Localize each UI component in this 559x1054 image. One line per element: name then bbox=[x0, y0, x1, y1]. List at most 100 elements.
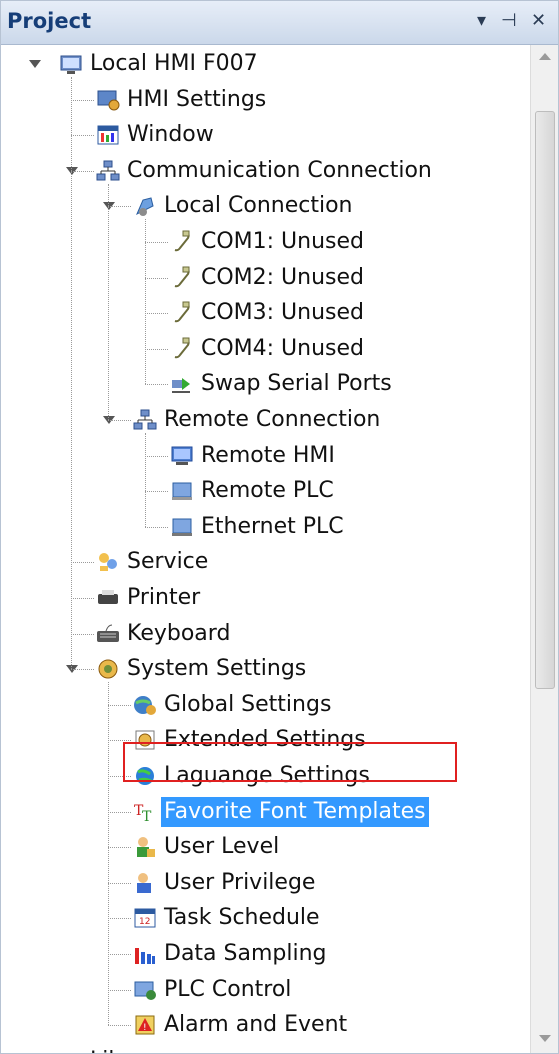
tree-item[interactable]: T T Favorite Font Templates bbox=[133, 795, 429, 829]
tree-item[interactable]: 12 Task Schedule bbox=[133, 901, 323, 935]
tree-connector bbox=[71, 77, 72, 670]
user-privilege-icon bbox=[133, 871, 157, 895]
tree-item-label: Remote Connection bbox=[164, 407, 381, 432]
tree-connector bbox=[108, 847, 131, 849]
svg-text:!: ! bbox=[143, 1023, 147, 1033]
tree-connector bbox=[108, 811, 131, 813]
system-settings-icon bbox=[96, 657, 120, 681]
tree-item-label: Service bbox=[127, 549, 209, 575]
tree-item[interactable]: COM2: Unused bbox=[170, 261, 367, 295]
panel-title: Project bbox=[7, 9, 92, 33]
tree-item-label: COM1: Unused bbox=[201, 229, 365, 254]
tree-item[interactable]: User Privilege bbox=[133, 866, 318, 900]
tree-item[interactable]: Local HMI F007 bbox=[59, 47, 261, 81]
local-connection-icon bbox=[133, 194, 157, 218]
network-icon bbox=[133, 408, 157, 432]
tree-item-label: Remote HMI bbox=[201, 442, 335, 468]
monitor-icon bbox=[59, 52, 83, 76]
tree-connector bbox=[71, 562, 94, 564]
tree-connector bbox=[71, 633, 94, 635]
tree-connector bbox=[145, 348, 168, 350]
expander-icon[interactable] bbox=[29, 60, 41, 68]
tree-item[interactable]: COM1: Unused bbox=[170, 225, 367, 259]
tree-connector bbox=[108, 989, 131, 991]
tree-connector bbox=[108, 882, 131, 884]
project-panel: Project ▾ ⊣ ✕ Local HMI F007 HMI Settings… bbox=[0, 0, 559, 1054]
tree-item[interactable]: Remote Connection bbox=[133, 403, 383, 437]
plc-control-icon bbox=[133, 978, 157, 1002]
bar-chart-icon bbox=[133, 942, 157, 966]
tree-connector bbox=[108, 682, 109, 1026]
tree-item[interactable]: Remote PLC bbox=[170, 474, 337, 508]
tree-connector bbox=[145, 219, 146, 385]
tree-item[interactable]: Printer bbox=[96, 581, 203, 615]
tree-connector bbox=[145, 491, 168, 493]
project-tree: Local HMI F007 HMI Settings Window Communic… bbox=[1, 45, 531, 1053]
tree-connector bbox=[108, 420, 131, 421]
tree-connector bbox=[108, 704, 131, 706]
network-icon bbox=[96, 159, 120, 183]
tree-item-label: Keyboard bbox=[127, 620, 231, 646]
tree-item[interactable]: Keyboard bbox=[96, 617, 233, 651]
scroll-up-icon[interactable] bbox=[539, 53, 551, 60]
close-button[interactable]: ✕ bbox=[531, 9, 546, 33]
tree-connector bbox=[145, 455, 168, 457]
tree-item-label: Ethernet PLC bbox=[201, 513, 344, 539]
tree-connector bbox=[145, 433, 146, 527]
tree-item[interactable]: Communication Connection bbox=[96, 154, 435, 188]
font-icon: TT bbox=[133, 800, 157, 825]
tree-connector bbox=[71, 135, 94, 137]
tree-item[interactable]: User Level bbox=[133, 830, 282, 864]
tree-item-label: HMI Settings bbox=[127, 86, 267, 112]
tree-item[interactable]: COM4: Unused bbox=[170, 332, 367, 366]
tree-item-label: PLC Control bbox=[164, 976, 292, 1002]
tree-item[interactable]: Library bbox=[59, 1044, 170, 1053]
tree-item-label: Favorite Font Templates bbox=[161, 796, 429, 827]
tree-item-label: User Privilege bbox=[164, 869, 316, 895]
tree-item-label: Data Sampling bbox=[164, 941, 327, 966]
scroll-down-icon[interactable] bbox=[539, 1035, 551, 1042]
tree-connector bbox=[145, 277, 168, 279]
tree-item[interactable]: ! Alarm and Event bbox=[133, 1008, 350, 1042]
tree-item[interactable]: PLC Control bbox=[133, 973, 294, 1007]
tree-item[interactable]: Data Sampling bbox=[133, 937, 330, 971]
serial-cable-icon bbox=[170, 301, 194, 325]
alarm-icon: ! bbox=[133, 1013, 157, 1037]
hmi-settings-icon bbox=[96, 88, 120, 112]
tree-item-label: Library bbox=[87, 1046, 170, 1053]
keyboard-icon bbox=[96, 622, 120, 646]
tree-connector bbox=[108, 183, 109, 420]
tree-item-label: Local Connection bbox=[164, 193, 353, 219]
tree-item[interactable]: HMI Settings bbox=[96, 83, 269, 117]
tree-item[interactable]: Local Connection bbox=[133, 189, 356, 223]
tree-item-label: Remote PLC bbox=[201, 478, 334, 504]
tree-item[interactable]: Remote HMI bbox=[170, 439, 338, 473]
tree-item-label: Local HMI F007 bbox=[90, 51, 258, 76]
global-settings-icon bbox=[133, 693, 157, 717]
tree-item[interactable]: Ethernet PLC bbox=[170, 510, 347, 544]
tree-item-label: User Level bbox=[164, 834, 280, 860]
window-icon bbox=[96, 123, 120, 147]
tree-connector bbox=[108, 954, 131, 955]
printer-icon bbox=[96, 586, 120, 610]
tree-item[interactable]: Window bbox=[96, 118, 217, 152]
tree-connector bbox=[108, 206, 131, 208]
tree-item-label: Window bbox=[127, 122, 214, 148]
tree-item[interactable]: System Settings bbox=[96, 652, 309, 686]
tree-item[interactable]: COM3: Unused bbox=[170, 296, 367, 330]
tree-connector bbox=[108, 1025, 131, 1027]
tree-item-label: Communication Connection bbox=[127, 157, 432, 183]
serial-cable-icon bbox=[170, 230, 194, 254]
tree-item[interactable]: Service bbox=[96, 545, 211, 579]
tree-item[interactable]: Swap Serial Ports bbox=[170, 367, 395, 401]
tree-connector bbox=[108, 918, 131, 920]
tree-item-label: Task Schedule bbox=[164, 905, 320, 931]
pin-button[interactable]: ⊣ bbox=[501, 9, 517, 33]
tree-item-label: Alarm and Event bbox=[164, 1012, 348, 1038]
serial-cable-icon bbox=[170, 266, 194, 290]
panel-menu-button[interactable]: ▾ bbox=[477, 9, 486, 33]
tree-item[interactable]: Global Settings bbox=[133, 688, 334, 722]
tree-item-label: Printer bbox=[127, 585, 201, 610]
scrollbar-thumb[interactable] bbox=[535, 111, 555, 689]
vertical-scrollbar[interactable] bbox=[530, 45, 558, 1053]
